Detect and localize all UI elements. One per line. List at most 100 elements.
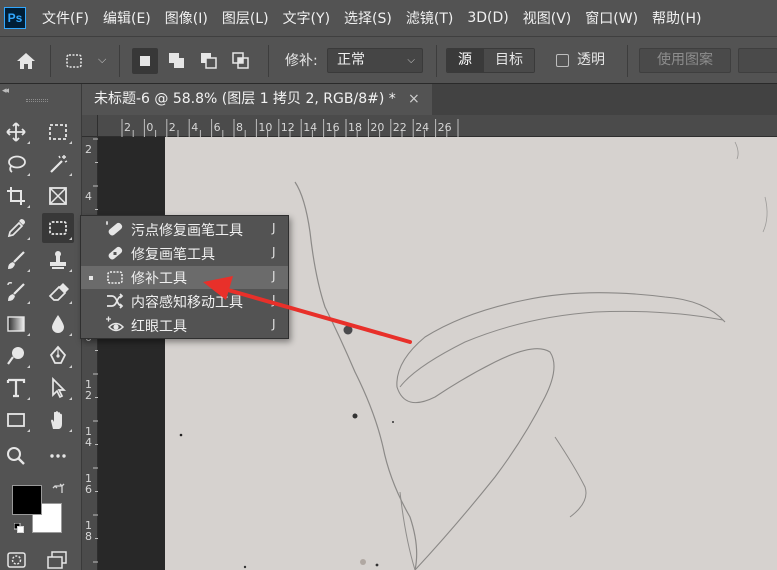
panel-grip[interactable]	[26, 99, 48, 102]
eraser-tool[interactable]	[42, 277, 74, 307]
red-eye-icon	[106, 316, 125, 332]
signature-image	[179, 141, 768, 570]
rectangular-marquee-icon	[49, 124, 67, 140]
screen-mode-icon[interactable]	[46, 550, 68, 570]
clone-stamp-tool[interactable]	[42, 245, 74, 275]
ruler-label: 18	[348, 121, 362, 134]
intersect-selection-button[interactable]	[228, 48, 254, 74]
transparent-checkbox[interactable]	[556, 54, 569, 67]
options-separator	[119, 45, 120, 77]
rectangle-tool[interactable]	[0, 405, 32, 435]
flyout-item-label: 红眼工具	[131, 319, 187, 335]
zoom-tool[interactable]	[0, 441, 32, 471]
quick-selection-tool[interactable]	[42, 149, 74, 179]
source-button[interactable]: 源	[447, 49, 483, 72]
menu-3d[interactable]: 3D(D)	[467, 10, 508, 26]
shortcut-label: J	[272, 293, 276, 307]
dodge-icon	[7, 347, 24, 365]
document-canvas[interactable]	[165, 137, 777, 570]
crop-tool[interactable]	[0, 181, 32, 211]
ruler-label: 14	[303, 121, 317, 134]
ruler-origin[interactable]	[82, 115, 98, 137]
eyedropper-tool[interactable]	[0, 213, 32, 243]
eraser-icon	[48, 283, 69, 301]
gradient-tool[interactable]	[0, 309, 32, 339]
flyout-item-red-eye[interactable]: 红眼工具 J	[81, 314, 288, 337]
hand-icon	[51, 411, 62, 429]
shortcut-label: J	[272, 221, 276, 235]
collapse-panel-icon[interactable]: ◂◂	[2, 86, 9, 96]
quick-mask-icon[interactable]	[6, 550, 28, 570]
type-tool[interactable]	[0, 373, 32, 403]
brush-icon	[8, 251, 25, 269]
target-button[interactable]: 目标	[483, 49, 534, 72]
ruler-label: 0	[146, 121, 153, 134]
history-brush-icon	[7, 282, 25, 301]
menu-window[interactable]: 窗口(W)	[585, 8, 638, 28]
menu-filter[interactable]: 滤镜(T)	[406, 8, 453, 28]
lasso-tool[interactable]	[0, 149, 32, 179]
edit-toolbar-button[interactable]	[42, 441, 74, 471]
ruler-label: 6	[214, 121, 221, 134]
subtract-from-selection-button[interactable]	[196, 48, 222, 74]
ruler-label: 22	[393, 121, 407, 134]
menu-select[interactable]: 选择(S)	[344, 8, 392, 28]
patch-icon	[49, 221, 67, 235]
menu-view[interactable]: 视图(V)	[523, 8, 572, 28]
document-tab[interactable]: 未标题-6 @ 58.8% (图层 1 拷贝 2, RGB/8#) * ×	[82, 84, 432, 115]
patch-mode-select[interactable]: 正常 ⌵	[327, 48, 423, 73]
flyout-item-label: 污点修复画笔工具	[131, 223, 243, 239]
ruler-label: 10	[258, 121, 272, 134]
menu-type[interactable]: 文字(Y)	[283, 8, 330, 28]
ruler-label: 8	[85, 530, 92, 543]
swap-colors-icon[interactable]	[52, 482, 66, 496]
marquee-tool[interactable]	[42, 117, 74, 147]
dodge-tool[interactable]	[0, 341, 32, 371]
flyout-item-patch[interactable]: 修补工具 J	[81, 266, 288, 289]
rectangle-icon	[7, 413, 25, 427]
patch-tool-preset-icon[interactable]	[64, 51, 84, 71]
menu-edit[interactable]: 编辑(E)	[103, 8, 151, 28]
use-pattern-button[interactable]: 使用图案	[639, 48, 731, 73]
type-icon	[6, 378, 26, 398]
close-icon[interactable]: ×	[408, 84, 420, 115]
horizontal-ruler[interactable]: 2 0 2 4 6 8 10 12 14 16 18 20 22 24 26	[98, 115, 777, 137]
menu-image[interactable]: 图像(I)	[165, 8, 208, 28]
hand-tool[interactable]	[42, 405, 74, 435]
content-aware-move-icon	[107, 293, 124, 309]
patch-tool-group[interactable]	[42, 213, 74, 243]
menu-help[interactable]: 帮助(H)	[652, 8, 701, 28]
default-colors-icon[interactable]	[14, 523, 24, 533]
options-bar: ⌵ 修补: 正常 ⌵ 源 目标 透明 使用图案	[0, 36, 777, 84]
vertical-ruler[interactable]: 2468012141618	[82, 137, 98, 570]
chevron-down-icon: ⌵	[407, 55, 415, 66]
ruler-label: 16	[326, 121, 340, 134]
document-tab-bar: 未标题-6 @ 58.8% (图层 1 拷贝 2, RGB/8#) * ×	[82, 84, 777, 115]
ruler-label: 20	[370, 121, 384, 134]
flyout-item-content-aware-move[interactable]: 内容感知移动工具 J	[81, 290, 288, 313]
menu-file[interactable]: 文件(F)	[42, 8, 89, 28]
brush-tool[interactable]	[0, 245, 32, 275]
options-separator	[268, 45, 269, 77]
ruler-label: 2	[85, 143, 92, 156]
path-selection-tool[interactable]	[42, 373, 74, 403]
ruler-label: 8	[236, 121, 243, 134]
frame-tool[interactable]	[42, 181, 74, 211]
magic-wand-icon	[50, 155, 68, 173]
menu-layer[interactable]: 图层(L)	[222, 8, 269, 28]
blur-tool[interactable]	[42, 309, 74, 339]
chevron-down-icon[interactable]: ⌵	[98, 53, 106, 67]
flyout-item-healing-brush[interactable]: 修复画笔工具 J	[81, 242, 288, 265]
move-tool[interactable]	[0, 117, 32, 147]
ruler-label: 6	[85, 483, 92, 496]
history-brush-tool[interactable]	[0, 277, 32, 307]
ruler-label: 26	[438, 121, 452, 134]
pen-tool[interactable]	[42, 341, 74, 371]
flyout-item-spot-healing-brush[interactable]: 污点修复画笔工具 J	[81, 218, 288, 241]
home-icon[interactable]	[16, 51, 36, 71]
diffusion-button[interactable]	[738, 48, 777, 73]
new-selection-button[interactable]	[132, 48, 158, 74]
eyedropper-icon	[7, 219, 25, 238]
add-to-selection-button[interactable]	[164, 48, 190, 74]
foreground-color-swatch[interactable]	[12, 485, 42, 515]
